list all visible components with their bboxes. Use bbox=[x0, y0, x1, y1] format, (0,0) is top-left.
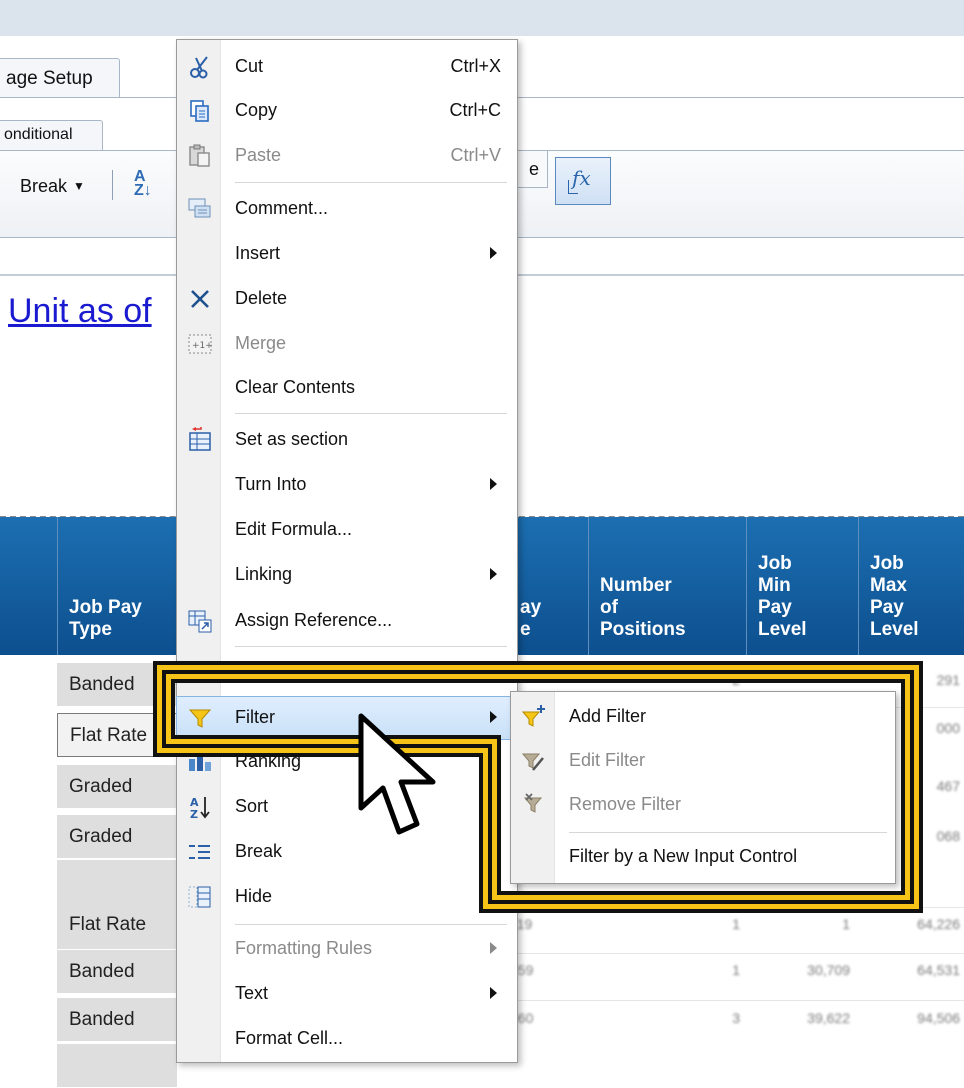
highlight-annotation bbox=[153, 661, 923, 913]
mouse-pointer-icon bbox=[358, 713, 436, 835]
